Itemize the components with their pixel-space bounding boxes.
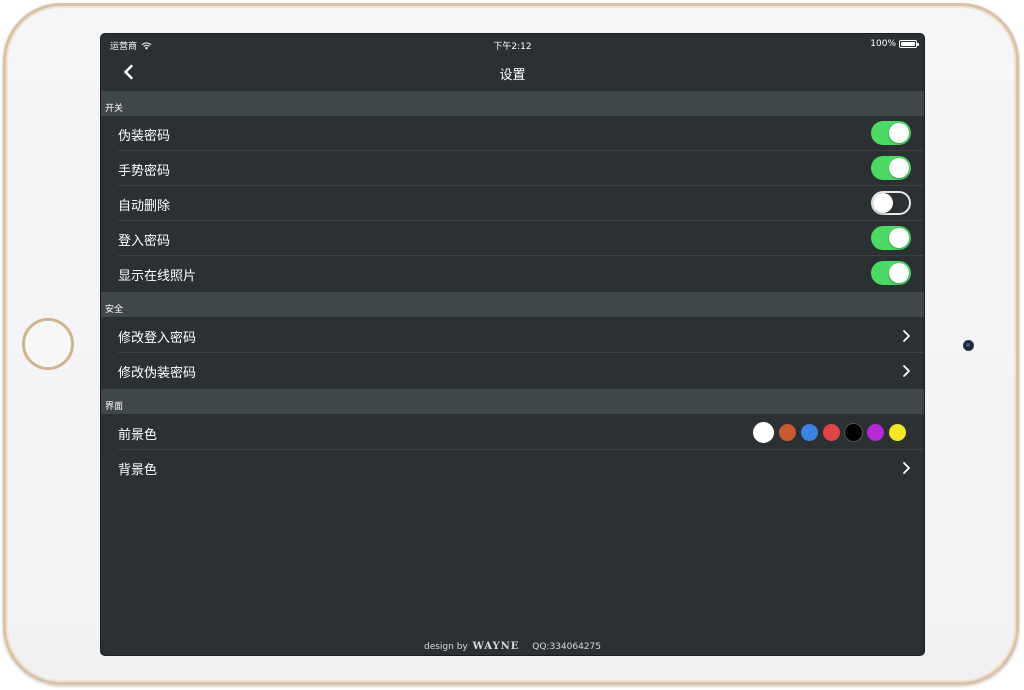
battery-percent: 100% xyxy=(870,39,896,49)
status-bar: 运营商 下午2:12 100% xyxy=(101,34,924,54)
color-swatch-blue[interactable] xyxy=(800,423,819,442)
setting-row-show-online-photos: 显示在线照片 xyxy=(101,256,924,291)
setting-label: 修改伪装密码 xyxy=(118,366,197,381)
color-swatch-purple[interactable] xyxy=(866,423,885,442)
toggle-switch[interactable] xyxy=(871,191,911,215)
setting-label: 背景色 xyxy=(118,463,158,478)
home-button[interactable] xyxy=(22,318,74,370)
color-swatch-yellow[interactable] xyxy=(888,423,907,442)
designer-qq: QQ:334064275 xyxy=(532,642,602,652)
color-swatch-black[interactable] xyxy=(844,423,863,442)
toggle-switch[interactable] xyxy=(871,261,911,285)
toggle-switch[interactable] xyxy=(871,156,911,180)
toggle-knob xyxy=(889,263,909,283)
toggle-switch[interactable] xyxy=(871,226,911,250)
color-swatch-group xyxy=(752,421,907,444)
section-header-label: 安全 xyxy=(105,305,124,315)
setting-row-background-color[interactable]: 背景色 xyxy=(101,450,924,485)
camera-icon xyxy=(963,340,974,351)
setting-label: 手势密码 xyxy=(118,164,171,179)
designer-name: WAYNE xyxy=(472,641,520,652)
section-header-security: 安全 xyxy=(101,292,924,317)
toggle-knob xyxy=(889,228,909,248)
color-swatch-red[interactable] xyxy=(822,423,841,442)
credit-prefix: design by xyxy=(423,642,468,652)
page-title: 设置 xyxy=(499,68,526,83)
setting-label: 登入密码 xyxy=(118,234,171,249)
setting-row-login-password: 登入密码 xyxy=(101,221,924,256)
battery-icon xyxy=(899,40,919,48)
setting-label: 伪装密码 xyxy=(118,129,171,144)
color-swatch-white[interactable] xyxy=(752,421,775,444)
chevron-right-icon xyxy=(903,330,910,342)
toggle-switch[interactable] xyxy=(871,121,911,145)
setting-label: 自动删除 xyxy=(118,199,171,214)
toggle-knob xyxy=(889,123,909,143)
setting-label: 修改登入密码 xyxy=(118,331,197,346)
toggle-knob xyxy=(873,193,893,213)
setting-row-gesture-password: 手势密码 xyxy=(101,151,924,186)
section-header-label: 界面 xyxy=(105,402,124,412)
status-right: 100% xyxy=(870,39,919,49)
color-swatch-orange[interactable] xyxy=(778,423,797,442)
navigation-bar: 设置 xyxy=(101,54,924,91)
clock: 下午2:12 xyxy=(493,42,532,52)
section-header-label: 开关 xyxy=(105,104,124,114)
section-header-interface: 界面 xyxy=(101,389,924,414)
chevron-right-icon xyxy=(903,462,910,474)
setting-row-disguise-password: 伪装密码 xyxy=(101,116,924,151)
app-screen: 运营商 下午2:12 100% 设置 开关 伪装密码 手势密码 自动删除 登入密… xyxy=(100,33,925,656)
setting-row-auto-delete: 自动删除 xyxy=(101,186,924,221)
setting-row-change-login-password[interactable]: 修改登入密码 xyxy=(101,318,924,353)
setting-label: 显示在线照片 xyxy=(118,269,197,284)
section-header-switches: 开关 xyxy=(101,91,924,116)
setting-label: 前景色 xyxy=(118,428,158,443)
designer-credit: design by WAYNE QQ:334064275 xyxy=(101,641,924,652)
chevron-right-icon xyxy=(903,365,910,377)
setting-row-change-disguise-password[interactable]: 修改伪装密码 xyxy=(101,353,924,388)
toggle-knob xyxy=(889,158,909,178)
setting-row-foreground-color: 前景色 xyxy=(101,415,924,450)
